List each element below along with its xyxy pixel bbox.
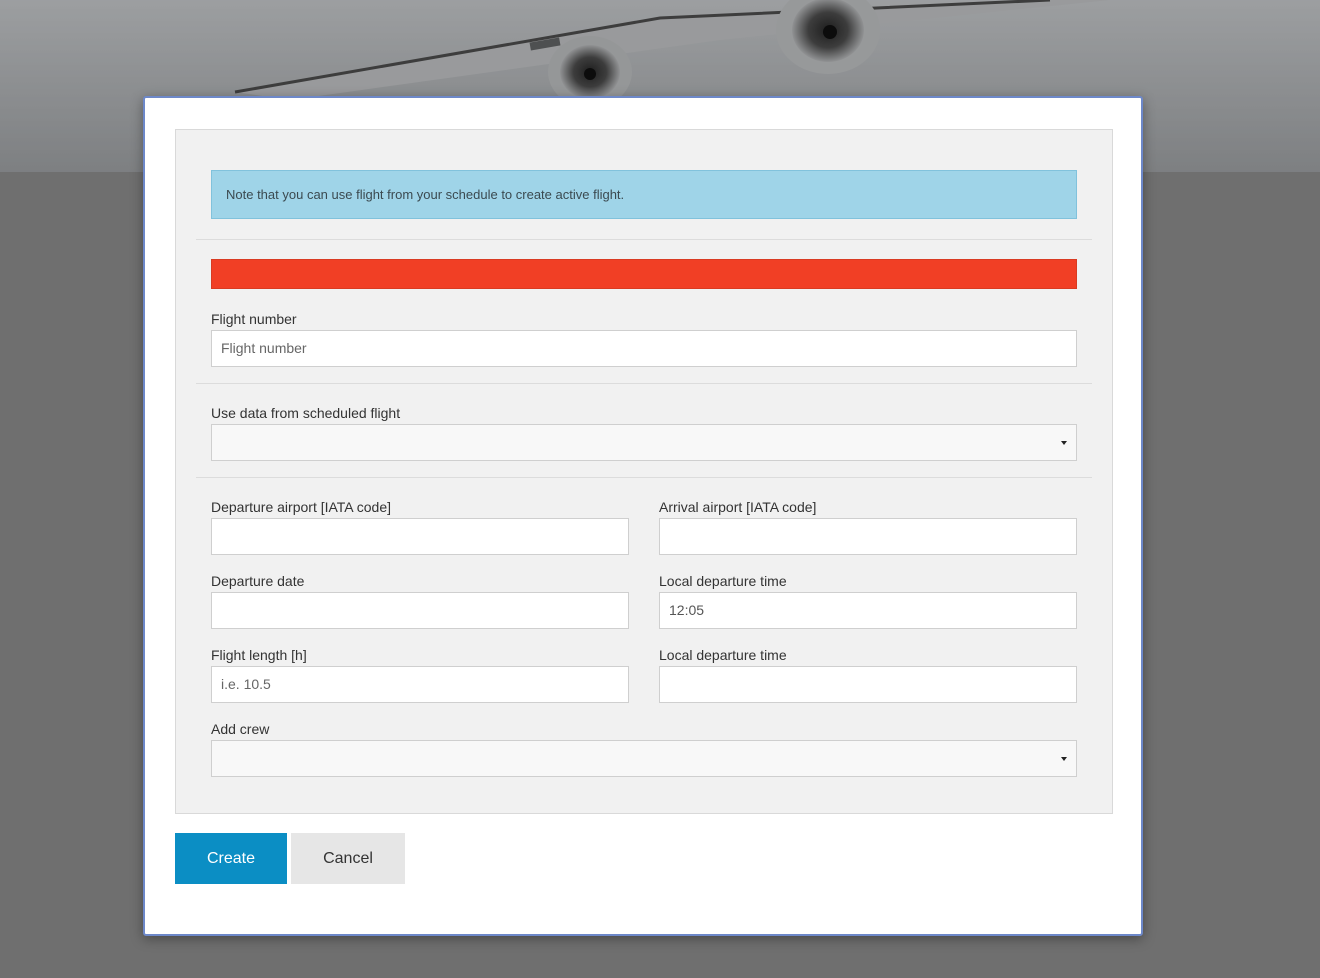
- info-alert: Note that you can use flight from your s…: [211, 170, 1077, 219]
- flight-number-input[interactable]: Flight number: [211, 330, 1077, 367]
- chevron-down-icon: [1061, 441, 1067, 445]
- divider: [196, 239, 1092, 240]
- arrival-airport-input[interactable]: [659, 518, 1077, 555]
- cancel-button[interactable]: Cancel: [291, 833, 405, 884]
- departure-airport-label: Departure airport [IATA code]: [211, 499, 392, 515]
- local-departure-time-label-2: Local departure time: [659, 647, 787, 663]
- scheduled-flight-label: Use data from scheduled flight: [211, 405, 401, 421]
- flight-length-label: Flight length [h]: [211, 647, 307, 663]
- local-departure-time-input-2[interactable]: [659, 666, 1077, 703]
- local-departure-time-input[interactable]: 12:05: [659, 592, 1077, 629]
- chevron-down-icon: [1061, 757, 1067, 761]
- departure-date-label: Departure date: [211, 573, 305, 589]
- flight-number-label: Flight number: [211, 311, 297, 327]
- divider: [196, 477, 1092, 478]
- departure-airport-input[interactable]: [211, 518, 629, 555]
- arrival-airport-label: Arrival airport [IATA code]: [659, 499, 817, 515]
- local-departure-time-label: Local departure time: [659, 573, 787, 589]
- error-alert: [211, 259, 1077, 289]
- divider: [196, 383, 1092, 384]
- scheduled-flight-select[interactable]: [211, 424, 1077, 461]
- add-crew-select[interactable]: [211, 740, 1077, 777]
- add-crew-label: Add crew: [211, 721, 270, 737]
- create-flight-modal: Note that you can use flight from your s…: [143, 96, 1143, 936]
- departure-date-input[interactable]: [211, 592, 629, 629]
- flight-length-input[interactable]: i.e. 10.5: [211, 666, 629, 703]
- form-panel: Note that you can use flight from your s…: [175, 129, 1113, 814]
- create-button[interactable]: Create: [175, 833, 287, 884]
